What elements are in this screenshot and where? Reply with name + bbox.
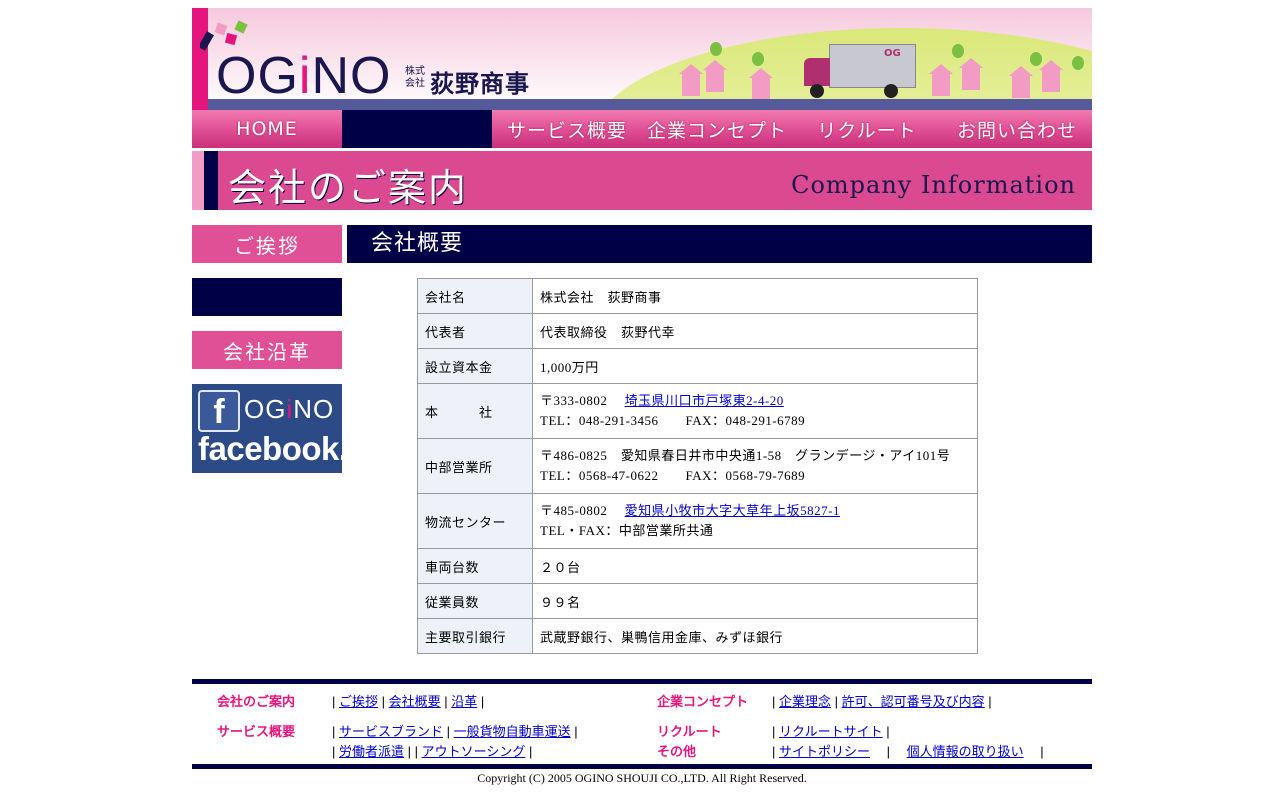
row-value: 代表取締役 荻野代幸 <box>532 313 978 349</box>
table-row: 主要取引銀行 武蔵野銀行、巣鴨信用金庫、みずほ銀行 <box>417 618 978 654</box>
row-value: 1,000万円 <box>532 348 978 384</box>
footer-links-service: | サービスブランド | 一般貨物自動車運送 | <box>332 724 578 739</box>
house-icon <box>1039 60 1063 92</box>
table-row: 中部営業所 〒486-0825 愛知県春日井市中央通1-58 グランデージ・アイ… <box>417 438 978 494</box>
nav-service[interactable]: サービス概要 <box>492 110 642 148</box>
footer-links-other: | サイトポリシー | 個人情報の取り扱い | <box>772 744 1044 759</box>
footer-bottom-rule <box>192 764 1092 769</box>
footer-category-service: サービス概要 <box>217 724 296 739</box>
footer-category-other: その他 <box>657 744 697 759</box>
row-label: 主要取引銀行 <box>417 618 533 654</box>
row-value: 〒333-0802 埼玉県川口市戸塚東2-4-20 TEL：048-291-34… <box>532 383 978 439</box>
footer-link-freight[interactable]: 一般貨物自動車運送 <box>454 724 571 739</box>
row-label: 物流センター <box>417 493 533 549</box>
row-label: 従業員数 <box>417 583 533 619</box>
company-info-table: 会社名 株式会社 荻野商事 代表者 代表取締役 荻野代幸 設立資本金 1,000… <box>417 278 978 654</box>
row-label: 車両台数 <box>417 548 533 584</box>
row-value: 〒485-0802 愛知県小牧市大字大草年上坂5827-1 TEL・FAX：中部… <box>532 493 978 549</box>
row-value: 武蔵野銀行、巣鴨信用金庫、みずほ銀行 <box>532 618 978 654</box>
title-navy-bar <box>204 151 218 210</box>
table-row: 車両台数 ２０台 <box>417 548 978 584</box>
facebook-banner-logo: OGiNO <box>244 394 335 424</box>
row-label: 中部営業所 <box>417 438 533 494</box>
title-accent-bar <box>192 151 204 210</box>
nav-home[interactable]: HOME <box>192 110 342 148</box>
tree-icon <box>952 44 964 58</box>
footer-link-overview[interactable]: 会社概要 <box>389 694 441 709</box>
footer-link-history[interactable]: 沿革 <box>451 694 477 709</box>
table-row: 物流センター 〒485-0802 愛知県小牧市大字大草年上坂5827-1 TEL… <box>417 493 978 549</box>
hq-zip: 〒333-0802 <box>540 393 608 408</box>
table-row: 代表者 代表取締役 荻野代幸 <box>417 313 978 349</box>
facebook-f-icon: f <box>198 390 240 432</box>
house-icon <box>749 68 773 100</box>
main-nav: HOME サービス概要 企業コンセプト リクルート お問い合わせ <box>192 110 1092 148</box>
sidebar-item-history[interactable]: 会社沿革 <box>192 331 342 369</box>
row-value: 株式会社 荻野商事 <box>532 278 978 314</box>
copyright: Copyright (C) 2005 OGINO SHOUJI CO.,LTD.… <box>477 771 807 785</box>
tree-icon <box>752 52 764 66</box>
footer-link-dispatch[interactable]: 労働者派遣 <box>339 744 404 759</box>
page-title-banner: 会社のご案内 Company Information <box>192 151 1092 210</box>
truck-illustration: OG <box>804 44 916 100</box>
row-label: 本 社 <box>417 383 533 439</box>
table-row: 設立資本金 1,000万円 <box>417 348 978 384</box>
row-label: 会社名 <box>417 278 533 314</box>
logi-zip: 〒485-0802 <box>540 503 608 518</box>
facebook-banner[interactable]: f OGiNO facebook. <box>192 384 342 473</box>
table-row: 従業員数 ９９名 <box>417 583 978 619</box>
tree-icon <box>1072 56 1084 70</box>
logi-address-link[interactable]: 愛知県小牧市大字大草年上坂5827-1 <box>625 503 840 518</box>
footer-link-policy[interactable]: サイトポリシー <box>779 744 870 759</box>
hq-tel: TEL：048-291-3456 FAX：048-291-6789 <box>540 413 806 428</box>
chubu-tel: TEL：0568-47-0622 FAX：0568-79-7689 <box>540 468 806 483</box>
company-name: 荻野商事 <box>430 70 530 98</box>
section-title: 会社概要 <box>347 225 1092 263</box>
chubu-address: 〒486-0825 愛知県春日井市中央通1-58 グランデージ・アイ101号 <box>540 448 951 463</box>
page-title-en: Company Information <box>791 171 1076 199</box>
row-label: 代表者 <box>417 313 533 349</box>
page-title: 会社のご案内 <box>228 166 469 210</box>
hq-address-link[interactable]: 埼玉県川口市戸塚東2-4-20 <box>625 393 784 408</box>
table-row: 会社名 株式会社 荻野商事 <box>417 278 978 314</box>
house-icon <box>1009 66 1033 98</box>
row-value: ２０台 <box>532 548 978 584</box>
sidebar-item-greeting[interactable]: ご挨拶 <box>192 225 342 263</box>
footer-links-concept: | 企業理念 | 許可、認可番号及び内容 | <box>772 694 992 709</box>
footer-link-outsourcing[interactable]: アウトソーシング <box>422 744 526 759</box>
footer-category-company: 会社のご案内 <box>217 694 296 709</box>
nav-concept[interactable]: 企業コンセプト <box>642 110 792 148</box>
footer-links-recruit: | リクルートサイト | <box>772 724 890 739</box>
house-icon <box>929 64 953 96</box>
row-value: ９９名 <box>532 583 978 619</box>
row-label: 設立資本金 <box>417 348 533 384</box>
footer-top-rule <box>192 679 1092 684</box>
footer-category-recruit: リクルート <box>657 724 722 739</box>
house-icon <box>679 64 703 96</box>
footer-link-philosophy[interactable]: 企業理念 <box>779 694 831 709</box>
footer-link-greeting[interactable]: ご挨拶 <box>339 694 378 709</box>
footer-link-brand[interactable]: サービスブランド <box>339 724 443 739</box>
footer-link-recruit-site[interactable]: リクルートサイト <box>779 724 883 739</box>
house-icon <box>959 58 983 90</box>
header-banner: OG OGiNO 株式会社 荻野商事 <box>192 8 1092 110</box>
truck-mark: OG <box>884 48 901 59</box>
logi-tel: TEL・FAX：中部営業所共通 <box>540 523 714 538</box>
company-prefix: 株式会社 <box>405 66 425 89</box>
facebook-wordmark: facebook. <box>198 430 342 467</box>
nav-recruit[interactable]: リクルート <box>792 110 942 148</box>
house-icon <box>703 60 727 92</box>
tree-icon <box>710 42 722 56</box>
sidebar-item-overview[interactable] <box>192 278 342 316</box>
company-logo[interactable]: OGiNO <box>216 46 391 106</box>
footer-links-service-2: | 労働者派遣 | | アウトソーシング | <box>332 744 533 759</box>
footer-link-privacy[interactable]: 個人情報の取り扱い <box>907 744 1024 759</box>
footer-category-concept: 企業コンセプト <box>657 694 749 709</box>
footer-links-company: | ご挨拶 | 会社概要 | 沿革 | <box>332 694 485 709</box>
row-value: 〒486-0825 愛知県春日井市中央通1-58 グランデージ・アイ101号 T… <box>532 438 978 494</box>
footer-link-license[interactable]: 許可、認可番号及び内容 <box>842 694 985 709</box>
nav-contact[interactable]: お問い合わせ <box>942 110 1092 148</box>
table-row: 本 社 〒333-0802 埼玉県川口市戸塚東2-4-20 TEL：048-29… <box>417 383 978 439</box>
tree-icon <box>1030 52 1042 66</box>
